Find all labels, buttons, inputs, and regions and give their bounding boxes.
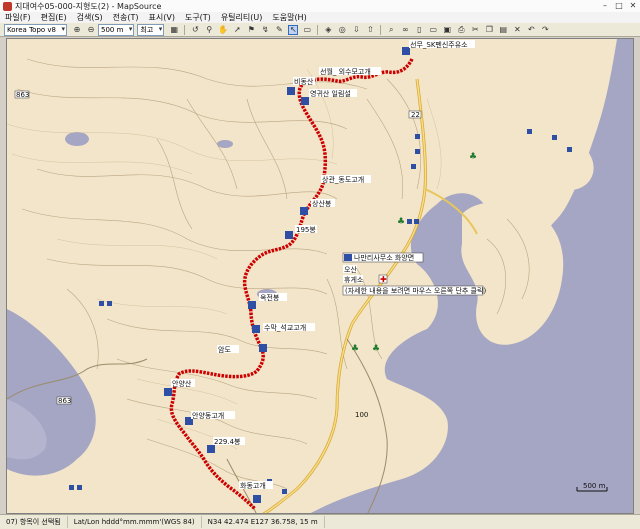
zoom-in-icon[interactable]: ⊕ (72, 25, 82, 35)
label-hwajae: 화동고개 (240, 481, 266, 490)
cut-icon[interactable]: ✂ (470, 25, 480, 35)
find-icon[interactable]: ⌕ (386, 25, 396, 35)
label-sunwol: 선월_ 외수모고개 (320, 67, 371, 76)
menu-help[interactable]: 도움말(H) (267, 12, 311, 23)
label-p229: 229.4봉 (214, 438, 241, 446)
redo-icon[interactable]: ↷ (540, 25, 550, 35)
menu-bar: 파일(F) 편집(E) 검색(S) 전송(T) 표시(V) 도구(T) 유틸리티… (0, 12, 640, 23)
road-863-label-north: 863 (16, 91, 29, 99)
menu-view[interactable]: 표시(V) (144, 12, 180, 23)
pointer-tool-icon[interactable]: ↖ (288, 24, 299, 35)
road-863-label-south: 863 (58, 397, 71, 405)
window-title: 지대여수05-000-지형도(2) - MapSource (15, 1, 162, 11)
save-icon[interactable]: ▣ (442, 25, 452, 35)
binoculars-icon[interactable]: ∞ (400, 25, 410, 35)
label-tokjae: 안양동고개 (192, 411, 224, 420)
maximize-button[interactable]: □ (612, 0, 626, 12)
zoom-tool-icon[interactable]: ↺ (190, 25, 200, 35)
detail-select[interactable]: 최고 (137, 23, 165, 36)
svg-text:♣: ♣ (372, 344, 380, 354)
select-map-icon[interactable]: ◈ (323, 25, 333, 35)
svg-text:♣: ♣ (351, 344, 359, 354)
minimize-button[interactable]: – (598, 0, 612, 12)
print-icon[interactable]: ⎙ (456, 25, 466, 35)
label-p195: 195봉 (296, 226, 316, 234)
map-view[interactable]: ♣ ♣ ♣ ♣ 22 863 863 100 선무_SK펜신주유소 비동산 선월… (6, 38, 634, 514)
map-product-select[interactable]: Korea Topo v8 (4, 23, 67, 36)
scale-bar-label: 500 m (583, 482, 606, 490)
menu-file[interactable]: 파일(F) (0, 12, 36, 23)
toolbar-separator (380, 24, 382, 35)
menu-edit[interactable]: 편집(E) (36, 12, 72, 23)
window-controls: – □ ✕ (598, 0, 640, 12)
cross-icon: ✚ (380, 275, 387, 284)
label-dongjeong: 상관_동도고개 (322, 175, 364, 184)
label-sumakjae: 수막_석교고개 (264, 323, 306, 332)
toolbar-separator (184, 24, 186, 35)
hand-tool-icon[interactable]: ✋ (218, 25, 228, 35)
close-button[interactable]: ✕ (626, 0, 640, 12)
cursor-coordinates: N34 42.474 E127 36.758, 15 m (202, 516, 325, 528)
menu-search[interactable]: 검색(S) (72, 12, 108, 23)
road-100-label: 100 (355, 411, 368, 419)
selection-status: 07) 항목이 선택됨 (0, 516, 68, 528)
road-22-label: 22 (411, 111, 420, 119)
select-tool-icon[interactable]: ➚ (232, 25, 242, 35)
label-anyangsan: 안양산 (172, 379, 192, 388)
track-tool-icon[interactable]: ✎ (274, 25, 284, 35)
label-office: 오산 (344, 265, 357, 274)
label-rest-area: 휴게소 (344, 275, 364, 284)
delete-icon[interactable]: ✕ (512, 25, 522, 35)
label-context-hint: (자세한 내용을 보려면 마우스 오른쪽 단추 클릭) (345, 286, 486, 295)
label-balsan: 상산봉 (312, 199, 332, 208)
map-view-icon[interactable]: ▦ (169, 25, 179, 35)
pond (217, 140, 233, 148)
distance-tool-icon[interactable]: ▭ (302, 25, 312, 35)
label-amdo: 암도 (218, 346, 231, 354)
send-icon[interactable]: ⇧ (365, 25, 375, 35)
menu-tools[interactable]: 도구(T) (180, 12, 216, 23)
copy-icon[interactable]: ❐ (484, 25, 494, 35)
label-yeonggwi: 영귀산 일림설 (310, 89, 351, 98)
label-okjeon: 옥전봉 (260, 293, 280, 302)
position-format: Lat/Lon hddd°mm.mmm'(WGS 84) (68, 516, 202, 528)
toolbar-separator (317, 24, 319, 35)
mapsource-app-icon (3, 1, 12, 11)
status-bar: 07) 항목이 선택됨 Lat/Lon hddd°mm.mmm'(WGS 84)… (0, 514, 640, 529)
svg-text:♣: ♣ (397, 217, 405, 227)
open-file-icon[interactable]: ▭ (428, 25, 438, 35)
topographic-map[interactable]: ♣ ♣ ♣ ♣ 22 863 863 100 선무_SK펜신주유소 비동산 선월… (7, 39, 634, 514)
magnifier-tool-icon[interactable]: ⚲ (204, 25, 214, 35)
menu-utilities[interactable]: 유틸리티(U) (216, 12, 268, 23)
paste-icon[interactable]: ▤ (498, 25, 508, 35)
toolbar: Korea Topo v8 ⊕ ⊖ 500 m 최고 ▦ ↺ ⚲ ✋ ➚ ⚑ ↯… (0, 23, 640, 37)
building-icon (344, 254, 352, 261)
receive-icon[interactable]: ⇩ (351, 25, 361, 35)
undo-icon[interactable]: ↶ (526, 25, 536, 35)
zoom-out-icon[interactable]: ⊖ (86, 25, 96, 35)
label-biseonsa: 비동산 (294, 77, 314, 86)
label-peak-top: 선무_SK펜신주유소 (410, 40, 468, 49)
svg-text:♣: ♣ (469, 152, 477, 162)
route-tool-icon[interactable]: ↯ (260, 25, 270, 35)
reservoir (65, 132, 89, 146)
waypoint-tool-icon[interactable]: ⚑ (246, 25, 256, 35)
new-file-icon[interactable]: ▯ (414, 25, 424, 35)
scale-select[interactable]: 500 m (98, 23, 135, 36)
label-manager-office: 나만리사무소 화양면 (354, 253, 414, 262)
menu-transfer[interactable]: 전송(T) (108, 12, 144, 23)
erase-map-icon[interactable]: ◎ (337, 25, 347, 35)
